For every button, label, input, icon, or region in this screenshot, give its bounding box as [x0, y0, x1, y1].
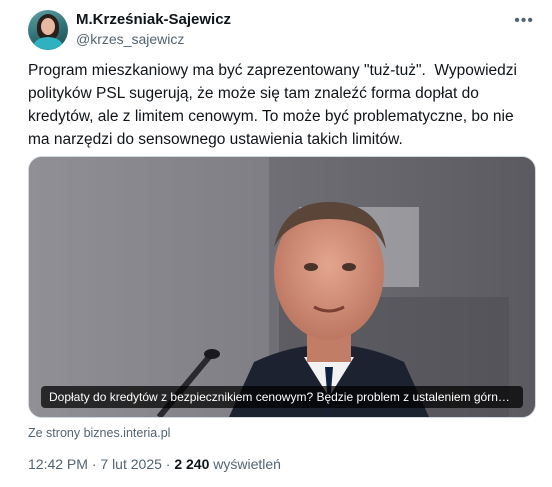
meta-separator: · [87, 456, 101, 472]
views-count: 2 240 [174, 456, 210, 472]
author-handle[interactable]: @krzes_sajewicz [76, 31, 184, 47]
link-card[interactable]: Dopłaty do kredytów z bezpiecznikiem cen… [28, 156, 536, 418]
tweet-text: Program mieszkaniowy ma być zaprezentowa… [28, 62, 522, 148]
card-source[interactable]: Ze strony biznes.interia.pl [28, 426, 170, 440]
avatar[interactable] [28, 10, 68, 50]
avatar-body [33, 37, 63, 50]
card-caption[interactable]: Dopłaty do kredytów z bezpiecznikiem cen… [41, 386, 523, 408]
tweet-meta: 12:42 PM · 7 lut 2025 · 2 240 wyświetleń [28, 456, 281, 472]
views-label: wyświetleń [209, 456, 281, 472]
avatar-face [41, 18, 55, 35]
tweet-time[interactable]: 12:42 PM [28, 456, 88, 472]
more-options-icon[interactable]: ••• [514, 12, 534, 30]
meta-separator-2: · [161, 456, 175, 472]
card-image [29, 157, 535, 417]
tweet-date[interactable]: 7 lut 2025 [100, 456, 162, 472]
author-name[interactable]: M.Krześniak-Sajewicz [76, 11, 231, 28]
tweet-header: M.Krześniak-Sajewicz @krzes_sajewicz ••• [28, 10, 538, 50]
